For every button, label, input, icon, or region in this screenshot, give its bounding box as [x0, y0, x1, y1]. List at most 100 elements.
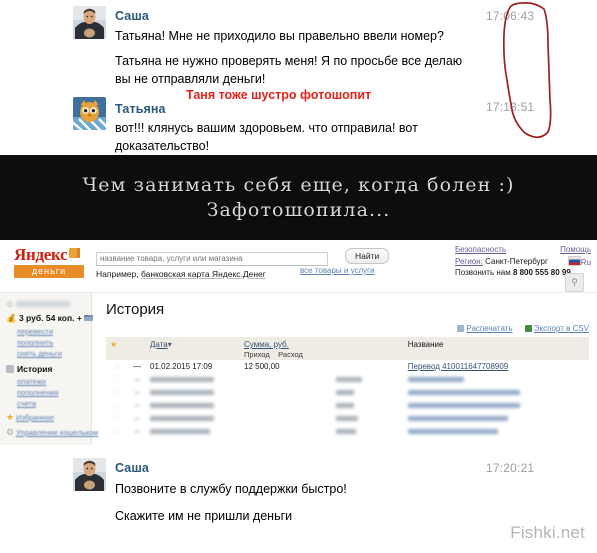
history-main-panel: История Распечатать Экспорт в CSV ★ Дата…: [92, 293, 597, 445]
avatar-sasha[interactable]: [73, 458, 106, 491]
banner-line-2: Зафотошопила...: [206, 198, 391, 221]
row-favorite-star[interactable]: ☆: [106, 373, 128, 386]
logo-badge-label: деньги: [14, 265, 84, 278]
row-income: [240, 412, 332, 425]
sidebar-link-payments[interactable]: платежи: [17, 377, 87, 386]
search-hint: Например, банковская карта Яндекс.Денег: [96, 269, 328, 279]
avatar-tatyana[interactable]: [73, 97, 106, 130]
row-name[interactable]: Перевод 410011647708909: [404, 360, 589, 373]
sidebar-link-topups[interactable]: пополнения: [17, 388, 87, 397]
table-row[interactable]: ☆ –: [106, 373, 589, 386]
row-expense: [332, 360, 404, 373]
product-search-area: Например, банковская карта Яндекс.Денег: [96, 248, 328, 279]
row-favorite-star[interactable]: ☆: [106, 386, 128, 399]
all-goods-link[interactable]: все товары и услуги: [300, 266, 375, 275]
row-expense: [332, 373, 404, 386]
yandex-money-body: ◎ 💰 3 руб. 54 коп. + перевести пополнить…: [0, 293, 597, 445]
row-name[interactable]: [404, 425, 589, 438]
sidebar-link-withdraw[interactable]: снять деньги: [17, 349, 87, 358]
row-name[interactable]: [404, 399, 589, 412]
column-amount[interactable]: Сумма, руб. Приход Расход: [240, 337, 404, 360]
search-hint-link[interactable]: банковская карта Яндекс.Денег: [141, 269, 266, 279]
row-expander[interactable]: –: [128, 425, 146, 438]
row-date: [146, 386, 240, 399]
table-row[interactable]: ☆ –: [106, 425, 589, 438]
history-icon: [6, 365, 14, 373]
history-table: ★ Дата▾ Сумма, руб. Приход Расход Назван…: [106, 337, 589, 438]
row-expander[interactable]: –: [128, 373, 146, 386]
table-row[interactable]: ☆ –: [106, 386, 589, 399]
sidebar-link-bills[interactable]: счета: [17, 399, 87, 408]
star-icon: ★: [6, 412, 15, 422]
sidebar-section-history-label: История: [17, 364, 53, 374]
language-link[interactable]: Ru: [581, 258, 591, 267]
table-row[interactable]: ☆ –: [106, 412, 589, 425]
history-table-body: ☆ — 01.02.2015 17:09 12 500,00 Перевод 4…: [106, 360, 589, 438]
sidebar-item-favorites-label: Избранное: [16, 413, 55, 422]
row-income: [240, 386, 332, 399]
region-value: Санкт-Петербург: [485, 256, 548, 266]
column-amount-subheaders: Приход Расход: [244, 349, 400, 359]
chat-message-line: Татьяна! Мне не приходило вы правельно в…: [115, 29, 444, 43]
sidebar-section-history[interactable]: История: [6, 364, 87, 374]
column-income-label: Приход: [244, 350, 270, 359]
wallet-balance: 💰 3 руб. 54 коп. +: [6, 313, 94, 324]
row-date: [146, 425, 240, 438]
table-row[interactable]: ☆ –: [106, 399, 589, 412]
search-submit-button[interactable]: Найти: [345, 248, 390, 264]
row-name[interactable]: [404, 412, 589, 425]
row-date: [146, 399, 240, 412]
account-row[interactable]: ◎: [6, 299, 87, 308]
row-expander[interactable]: –: [128, 399, 146, 412]
history-table-head: ★ Дата▾ Сумма, руб. Приход Расход Назван…: [106, 337, 589, 360]
row-favorite-star[interactable]: ☆: [106, 412, 128, 425]
column-amount-label: Сумма, руб.: [244, 340, 289, 349]
avatar-sasha[interactable]: [73, 6, 106, 39]
table-row[interactable]: ☆ — 01.02.2015 17:09 12 500,00 Перевод 4…: [106, 360, 589, 373]
sidebar-item-wallet-management[interactable]: ⚙ Управление кошельком: [6, 427, 98, 438]
print-link[interactable]: Распечатать: [457, 324, 513, 333]
export-csv-link[interactable]: Экспорт в CSV: [524, 324, 589, 333]
search-input[interactable]: [96, 251, 328, 266]
column-date[interactable]: Дата▾: [146, 337, 240, 360]
row-expense: [332, 412, 404, 425]
annotation-text-photoshop: Таня тоже шустро фотошопит: [186, 88, 372, 102]
meme-caption-banner: Чем занимать себя еще, когда болен :) За…: [0, 155, 597, 240]
row-expense: [332, 386, 404, 399]
row-income: [240, 399, 332, 412]
row-name[interactable]: [404, 386, 589, 399]
yandex-money-logo[interactable]: Яндекс деньги: [14, 246, 92, 278]
banner-line-1: Чем занимать себя еще, когда болен :): [82, 174, 515, 197]
sidebar-item-favorites[interactable]: ★ Избранное: [6, 412, 87, 423]
chat-message-line: Татьяна не нужно проверять меня! Я по пр…: [115, 54, 463, 68]
chat-message-line: Скажите им не пришли деньги: [115, 509, 293, 523]
sidebar-link-transfer[interactable]: перевести: [17, 327, 87, 336]
export-csv-label: Экспорт в CSV: [533, 324, 589, 333]
column-expander: [128, 337, 146, 360]
ru-flag-icon: [567, 256, 581, 266]
help-link[interactable]: Помощь: [560, 245, 591, 254]
logo-brand-text: Яндекс: [14, 246, 92, 263]
chat-message-line: доказательство!: [115, 139, 210, 153]
sort-marker-icon: ▾: [167, 340, 172, 349]
row-income: [240, 425, 332, 438]
row-name[interactable]: [404, 373, 589, 386]
call-us-label: Позвонить нам: [455, 268, 511, 277]
row-favorite-star[interactable]: ☆: [106, 399, 128, 412]
security-link[interactable]: Безопасность: [455, 245, 506, 254]
chat-timestamp: 17:20:21: [486, 461, 535, 475]
row-favorite-star[interactable]: ☆: [106, 425, 128, 438]
search-icon-button[interactable]: ⚲: [565, 273, 584, 292]
wallet-balance-value: 3 руб. 54 коп. +: [18, 313, 82, 323]
sidebar-link-topup[interactable]: пополнить: [17, 338, 87, 347]
search-hint-prefix: Например,: [96, 269, 141, 279]
row-expander[interactable]: —: [128, 360, 146, 373]
row-favorite-star[interactable]: ☆: [106, 360, 128, 373]
history-actions: Распечатать Экспорт в CSV: [106, 324, 589, 333]
chat-sender-name: Саша: [115, 461, 149, 475]
row-expander[interactable]: –: [128, 412, 146, 425]
column-favorite-star[interactable]: ★: [106, 337, 128, 360]
account-masked-value: [15, 300, 70, 307]
row-expander[interactable]: –: [128, 386, 146, 399]
region-link[interactable]: Регион:: [455, 257, 483, 266]
